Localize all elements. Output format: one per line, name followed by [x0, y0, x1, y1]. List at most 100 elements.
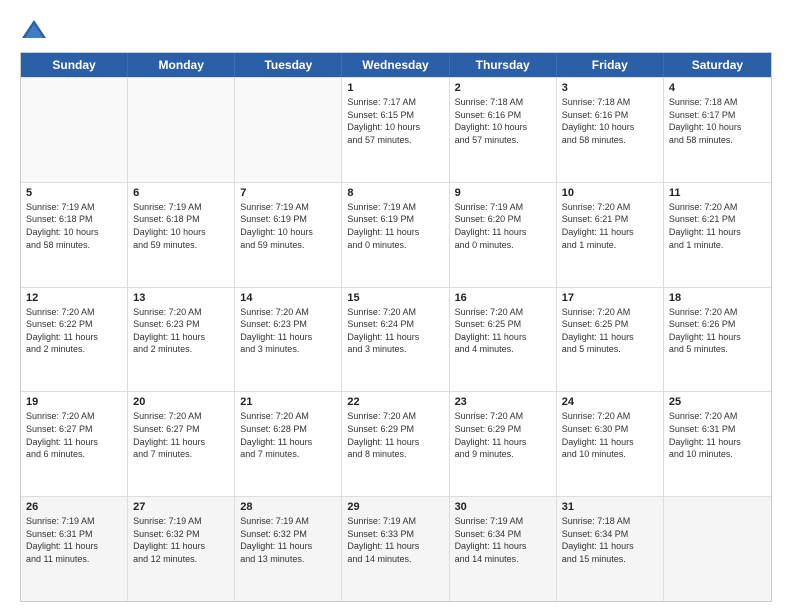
day-info: Sunrise: 7:17 AM Sunset: 6:15 PM Dayligh… [347, 96, 443, 146]
day-number: 31 [562, 501, 658, 513]
day-info: Sunrise: 7:20 AM Sunset: 6:28 PM Dayligh… [240, 410, 336, 460]
day-info: Sunrise: 7:20 AM Sunset: 6:30 PM Dayligh… [562, 410, 658, 460]
calendar: SundayMondayTuesdayWednesdayThursdayFrid… [20, 52, 772, 602]
day-cell-6: 6 Sunrise: 7:19 AM Sunset: 6:18 PM Daylig… [128, 183, 235, 287]
weekday-header-friday: Friday [557, 53, 664, 77]
calendar-row-5: 26Sunrise: 7:19 AM Sunset: 6:31 PM Dayli… [21, 496, 771, 601]
day-number: 2 [455, 82, 551, 94]
day-info: Sunrise: 7:19 AM Sunset: 6:33 PM Dayligh… [347, 515, 443, 565]
empty-cell-0-1 [128, 78, 235, 182]
day-info: Sunrise: 7:20 AM Sunset: 6:24 PM Dayligh… [347, 306, 443, 356]
weekday-header-monday: Monday [128, 53, 235, 77]
day-cell-25: 25 Sunrise: 7:20 AM Sunset: 6:31 PM Dayli… [664, 392, 771, 496]
day-number: 23 [455, 396, 551, 408]
day-cell-19: 19Sunrise: 7:20 AM Sunset: 6:27 PM Dayli… [21, 392, 128, 496]
calendar-row-1: 1 Sunrise: 7:17 AM Sunset: 6:15 PM Daylig… [21, 77, 771, 182]
day-cell-2: 2Sunrise: 7:18 AM Sunset: 6:16 PM Daylig… [450, 78, 557, 182]
day-info: Sunrise: 7:19 AM Sunset: 6:18 PM Dayligh… [26, 201, 122, 251]
day-cell-29: 29Sunrise: 7:19 AM Sunset: 6:33 PM Dayli… [342, 497, 449, 601]
day-cell-8: 8 Sunrise: 7:19 AM Sunset: 6:19 PM Daylig… [342, 183, 449, 287]
day-info: Sunrise: 7:19 AM Sunset: 6:19 PM Dayligh… [347, 201, 443, 251]
day-number: 16 [455, 292, 551, 304]
day-info: Sunrise: 7:20 AM Sunset: 6:21 PM Dayligh… [669, 201, 766, 251]
day-cell-14: 14Sunrise: 7:20 AM Sunset: 6:23 PM Dayli… [235, 288, 342, 392]
day-info: Sunrise: 7:20 AM Sunset: 6:23 PM Dayligh… [240, 306, 336, 356]
day-number: 4 [669, 82, 766, 94]
calendar-row-2: 5 Sunrise: 7:19 AM Sunset: 6:18 PM Daylig… [21, 182, 771, 287]
day-number: 1 [347, 82, 443, 94]
day-cell-22: 22 Sunrise: 7:20 AM Sunset: 6:29 PM Dayli… [342, 392, 449, 496]
weekday-header-thursday: Thursday [450, 53, 557, 77]
day-info: Sunrise: 7:19 AM Sunset: 6:20 PM Dayligh… [455, 201, 551, 251]
day-number: 26 [26, 501, 122, 513]
day-cell-28: 28 Sunrise: 7:19 AM Sunset: 6:32 PM Dayli… [235, 497, 342, 601]
day-number: 6 [133, 187, 229, 199]
logo [20, 16, 52, 44]
calendar-row-4: 19 Sunrise: 7:20 AM Sunset: 6:27 PM Dayli… [21, 391, 771, 496]
day-number: 12 [26, 292, 122, 304]
day-number: 18 [669, 292, 766, 304]
weekday-header-sunday: Sunday [21, 53, 128, 77]
day-info: Sunrise: 7:20 AM Sunset: 6:25 PM Dayligh… [562, 306, 658, 356]
day-cell-1: 1 Sunrise: 7:17 AM Sunset: 6:15 PM Daylig… [342, 78, 449, 182]
day-info: Sunrise: 7:19 AM Sunset: 6:18 PM Dayligh… [133, 201, 229, 251]
day-number: 7 [240, 187, 336, 199]
day-cell-16: 16 Sunrise: 7:20 AM Sunset: 6:25 PM Dayli… [450, 288, 557, 392]
day-cell-18: 18 Sunrise: 7:20 AM Sunset: 6:26 PM Dayli… [664, 288, 771, 392]
day-info: Sunrise: 7:18 AM Sunset: 6:17 PM Dayligh… [669, 96, 766, 146]
day-info: Sunrise: 7:20 AM Sunset: 6:21 PM Dayligh… [562, 201, 658, 251]
day-number: 13 [133, 292, 229, 304]
day-number: 10 [562, 187, 658, 199]
day-number: 19 [26, 396, 122, 408]
day-cell-21: 21 Sunrise: 7:20 AM Sunset: 6:28 PM Dayli… [235, 392, 342, 496]
day-info: Sunrise: 7:18 AM Sunset: 6:34 PM Dayligh… [562, 515, 658, 565]
day-info: Sunrise: 7:20 AM Sunset: 6:22 PM Dayligh… [26, 306, 122, 356]
day-number: 25 [669, 396, 766, 408]
day-cell-26: 26Sunrise: 7:19 AM Sunset: 6:31 PM Dayli… [21, 497, 128, 601]
day-cell-24: 24Sunrise: 7:20 AM Sunset: 6:30 PM Dayli… [557, 392, 664, 496]
day-info: Sunrise: 7:19 AM Sunset: 6:32 PM Dayligh… [133, 515, 229, 565]
day-cell-3: 3 Sunrise: 7:18 AM Sunset: 6:16 PM Daylig… [557, 78, 664, 182]
day-cell-5: 5 Sunrise: 7:19 AM Sunset: 6:18 PM Daylig… [21, 183, 128, 287]
day-cell-23: 23 Sunrise: 7:20 AM Sunset: 6:29 PM Dayli… [450, 392, 557, 496]
page: SundayMondayTuesdayWednesdayThursdayFrid… [0, 0, 792, 612]
logo-icon [20, 16, 48, 44]
day-number: 27 [133, 501, 229, 513]
day-info: Sunrise: 7:20 AM Sunset: 6:29 PM Dayligh… [455, 410, 551, 460]
day-info: Sunrise: 7:19 AM Sunset: 6:19 PM Dayligh… [240, 201, 336, 251]
day-cell-27: 27 Sunrise: 7:19 AM Sunset: 6:32 PM Dayli… [128, 497, 235, 601]
header [20, 16, 772, 44]
day-number: 5 [26, 187, 122, 199]
day-number: 28 [240, 501, 336, 513]
day-info: Sunrise: 7:18 AM Sunset: 6:16 PM Dayligh… [562, 96, 658, 146]
day-info: Sunrise: 7:20 AM Sunset: 6:26 PM Dayligh… [669, 306, 766, 356]
calendar-header: SundayMondayTuesdayWednesdayThursdayFrid… [21, 53, 771, 77]
day-info: Sunrise: 7:20 AM Sunset: 6:23 PM Dayligh… [133, 306, 229, 356]
day-number: 21 [240, 396, 336, 408]
day-info: Sunrise: 7:20 AM Sunset: 6:29 PM Dayligh… [347, 410, 443, 460]
day-cell-13: 13 Sunrise: 7:20 AM Sunset: 6:23 PM Dayli… [128, 288, 235, 392]
day-cell-4: 4 Sunrise: 7:18 AM Sunset: 6:17 PM Daylig… [664, 78, 771, 182]
calendar-body: 1 Sunrise: 7:17 AM Sunset: 6:15 PM Daylig… [21, 77, 771, 601]
day-cell-7: 7 Sunrise: 7:19 AM Sunset: 6:19 PM Daylig… [235, 183, 342, 287]
day-number: 17 [562, 292, 658, 304]
day-number: 3 [562, 82, 658, 94]
day-info: Sunrise: 7:20 AM Sunset: 6:31 PM Dayligh… [669, 410, 766, 460]
day-number: 22 [347, 396, 443, 408]
weekday-header-tuesday: Tuesday [235, 53, 342, 77]
calendar-row-3: 12 Sunrise: 7:20 AM Sunset: 6:22 PM Dayli… [21, 287, 771, 392]
day-cell-17: 17 Sunrise: 7:20 AM Sunset: 6:25 PM Dayli… [557, 288, 664, 392]
weekday-header-wednesday: Wednesday [342, 53, 449, 77]
day-info: Sunrise: 7:20 AM Sunset: 6:25 PM Dayligh… [455, 306, 551, 356]
day-cell-12: 12 Sunrise: 7:20 AM Sunset: 6:22 PM Dayli… [21, 288, 128, 392]
day-number: 20 [133, 396, 229, 408]
day-number: 9 [455, 187, 551, 199]
day-cell-11: 11Sunrise: 7:20 AM Sunset: 6:21 PM Dayli… [664, 183, 771, 287]
day-cell-15: 15Sunrise: 7:20 AM Sunset: 6:24 PM Dayli… [342, 288, 449, 392]
day-number: 8 [347, 187, 443, 199]
day-info: Sunrise: 7:19 AM Sunset: 6:32 PM Dayligh… [240, 515, 336, 565]
day-cell-20: 20 Sunrise: 7:20 AM Sunset: 6:27 PM Dayli… [128, 392, 235, 496]
day-cell-10: 10 Sunrise: 7:20 AM Sunset: 6:21 PM Dayli… [557, 183, 664, 287]
day-info: Sunrise: 7:20 AM Sunset: 6:27 PM Dayligh… [133, 410, 229, 460]
empty-cell-0-2 [235, 78, 342, 182]
